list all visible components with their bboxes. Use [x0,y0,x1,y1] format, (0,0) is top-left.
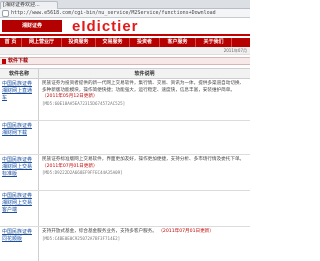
page-icon [2,10,9,17]
software-link[interactable]: 中国民族证券湘财网下载 [2,123,36,137]
software-link[interactable]: 中国民族证券湘财网上直通车 [2,81,36,102]
site-banner: 湘财证券 eIdictier [0,18,250,36]
nav-item-trade-services[interactable]: 交易服务 [96,38,130,47]
software-description: 民族证券为投资者提供的新一代网上交易软件，集行情、交易、资讯为一体，提供多渠道自… [42,81,247,108]
table-row: 中国民族证券湘财网上直通车 民族证券为投资者提供的新一代网上交易软件，集行情、交… [0,79,250,121]
tab-title: [湘财证券欢迎... [3,2,40,8]
software-link[interactable]: 中国民族证券湘财网上交易标准版 [2,157,36,178]
update-date: （2011年07月01日更新） [158,229,214,234]
address-bar[interactable]: http://www.e5618.com/cgi-bin/nu_service/… [0,9,250,18]
main-nav: 首 页 网上营业厅 投资服务 交易服务 投资者 客户服务 关于我们 [0,38,250,47]
nav-item-customer-service[interactable]: 客户服务 [160,38,196,47]
update-date: （2011年05月12日更新） [42,94,98,99]
current-date: 2011年07月 [223,48,247,53]
md5-hash: [MD5:D9222D2A668EF9FFEC44A35A09] [42,170,123,175]
nav-item-online-hall[interactable]: 网上营业厅 [22,38,62,47]
column-header-name: 软件名称 [8,71,29,77]
description-text: 支持开放式基金，综合基金服务业务，支持多客户服务。 [42,229,157,234]
section-title: 软件下载 [8,58,29,64]
browser-tab-bar: [湘财证券欢迎... [0,0,250,9]
software-link[interactable]: 中国民族证券湘财网上交易客户端 [2,193,36,214]
url-text[interactable]: http://www.e5618.com/cgi-bin/nu_service/… [11,10,247,17]
software-description: 民族证券标准版网上交易软件，界面更加友好，操作更加便捷，支持分析、多市场行情及委… [42,157,247,178]
browser-tab[interactable]: [湘财证券欢迎... [0,1,58,9]
md5-hash: [MD5:C4BE0E0C925072A7BF3F714E2] [42,235,121,241]
nav-item-home[interactable]: 首 页 [0,38,22,47]
table-row: 中国民族证券湘财网上交易标准版 民族证券标准版网上交易软件，界面更加友好，操作更… [0,155,250,191]
download-table: 软件名称 软件说明 中国民族证券湘财网上直通车 民族证券为投资者提供的新一代网上… [0,68,250,261]
column-header-desc: 软件说明 [134,71,155,77]
description-text: 民族证券为投资者提供的新一代网上交易软件，集行情、交易、资讯为一体，提供多渠道自… [42,81,245,93]
sub-bar: 2011年07月 [0,47,250,55]
nav-item-about[interactable]: 关于我们 [196,38,232,47]
table-row: 中国民族证券湘财网上交易客户端 [0,191,250,227]
site-logo[interactable]: 湘财证券 [2,20,62,32]
table-row: 中国民族证券同花顺版 支持开放式基金，综合基金服务业务，支持多客户服务。 （20… [0,227,250,261]
table-row: 中国民族证券湘财网下载 [0,121,250,155]
software-link[interactable]: 中国民族证券同花顺版 [2,229,36,243]
update-date: （2011年07月01日更新） [42,163,98,169]
banner-watermark: eIdictier [72,18,139,35]
description-text: 民族证券标准版网上交易软件，界面更加友好，操作更加便捷，支持分析、多市场行情及委… [42,157,245,162]
md5-hash: [MD5:60E18AA5EA72315D674572AC525] [42,100,126,106]
software-description: 支持开放式基金，综合基金服务业务，支持多客户服务。 （2011年07月01日更新… [42,229,247,243]
section-arrow-icon [2,59,6,64]
section-header: 软件下载 [0,57,250,65]
nav-item-invest-services[interactable]: 投资服务 [62,38,96,47]
nav-item-investors[interactable]: 投资者 [130,38,160,47]
